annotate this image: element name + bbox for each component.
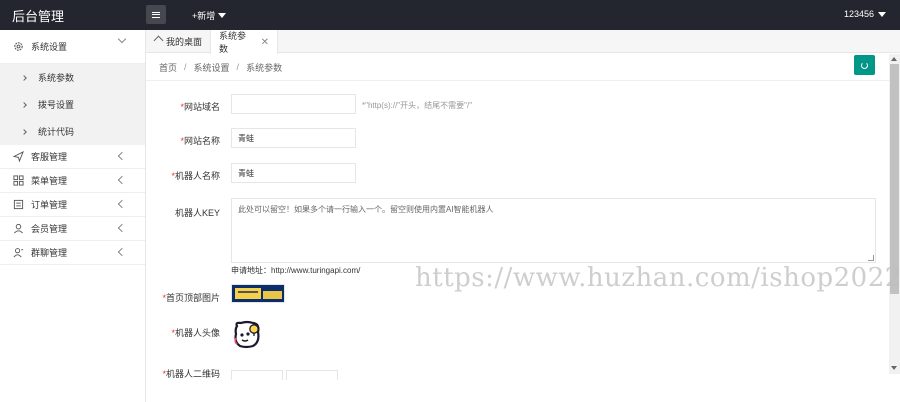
tab-label: 我的桌面 [166, 37, 203, 47]
breadcrumb-separator: / [184, 62, 187, 72]
robot-name-label: *机器人名称 [171, 171, 220, 181]
add-new-label: +新增 [192, 11, 216, 21]
top-image-thumbnail[interactable] [231, 284, 285, 303]
chevron-left-icon [117, 247, 127, 257]
gear-icon [12, 41, 24, 53]
tab-system-params[interactable]: 系统参数 ✕ [210, 30, 278, 54]
chevron-left-icon [117, 151, 127, 161]
sidebar-subitem-dial-settings[interactable]: 拨号设置 [0, 91, 145, 118]
home-icon [154, 37, 163, 46]
robot-key-textarea[interactable]: 此处可以留空！如果多个请一行输入一个。留空则使用内置AI智能机器人 [231, 198, 876, 263]
robot-key-label: 机器人KEY [174, 208, 220, 218]
breadcrumb-home[interactable]: 首页 [159, 61, 177, 74]
site-domain-label: *网站域名 [180, 102, 220, 112]
hamburger-icon [152, 11, 160, 18]
robot-name-input[interactable]: 青蛙 [231, 163, 356, 183]
user-icon [12, 223, 24, 235]
sidebar-item-member-management[interactable]: 会员管理 [0, 217, 145, 241]
sidebar-subitem-label: 系统参数 [38, 73, 75, 83]
grid-icon [12, 175, 24, 187]
tab-my-desktop[interactable]: 我的桌面 [146, 30, 210, 53]
refresh-icon [861, 61, 868, 69]
sidebar-item-label: 群聊管理 [31, 248, 68, 258]
site-domain-input[interactable] [231, 94, 356, 114]
robot-qr-label: *机器人二维码 [162, 369, 220, 379]
breadcrumb: 首页 / 系统设置 / 系统参数 [146, 54, 890, 81]
robot-qr-upload[interactable] [231, 370, 283, 380]
watermark-text: https://www.huzhan.com/ishop20222 [415, 263, 900, 293]
caret-down-icon [878, 11, 886, 17]
top-bar: 后台管理 +新增 123456 [0, 0, 900, 30]
robot-key-placeholder: 此处可以留空！如果多个请一行输入一个。留空则使用内置AI智能机器人 [238, 205, 494, 214]
tab-label: 系统参数 [219, 31, 247, 54]
chevron-right-icon [21, 74, 27, 81]
breadcrumb-separator: / [236, 62, 240, 72]
tab-bar: 我的桌面 系统参数 ✕ [146, 30, 900, 54]
sidebar-item-label: 订单管理 [31, 200, 68, 210]
sidebar: 系统设置 系统参数 拨号设置 统计代码 客服管理 菜单管理 订单管理 会员管理 … [0, 30, 146, 402]
chevron-right-icon [21, 101, 27, 108]
sidebar-item-label: 菜单管理 [31, 176, 68, 186]
chevron-left-icon [117, 175, 127, 185]
sidebar-item-order-management[interactable]: 订单管理 [0, 193, 145, 217]
sidebar-item-customer-service[interactable]: 客服管理 [0, 145, 145, 169]
top-image-label: *首页顶部图片 [162, 293, 220, 303]
sidebar-item-menu-management[interactable]: 菜单管理 [0, 169, 145, 193]
site-domain-hint: *"http(s)://"开头，结尾不需要"/" [362, 101, 473, 110]
apply-address: 申请地址：http://www.turingapi.com/ [231, 266, 361, 275]
group-icon [12, 247, 24, 259]
sidebar-subitem-system-params[interactable]: 系统参数 [0, 64, 145, 91]
sidebar-item-label: 会员管理 [31, 224, 68, 234]
site-name-input[interactable]: 青蛙 [231, 128, 356, 148]
chevron-left-icon [117, 199, 127, 209]
brand-title: 后台管理 [12, 9, 65, 24]
user-menu[interactable]: 123456 [844, 9, 886, 19]
chevron-right-icon [21, 128, 27, 135]
close-icon[interactable]: ✕ [261, 37, 269, 48]
scroll-down-arrow-icon[interactable] [891, 366, 897, 370]
breadcrumb-system-settings[interactable]: 系统设置 [194, 61, 230, 74]
chevron-down-icon [117, 34, 127, 44]
sidebar-item-system-settings[interactable]: 系统设置 [0, 30, 145, 64]
add-new-menu[interactable]: +新增 [192, 9, 227, 22]
sidebar-item-group-chat[interactable]: 群聊管理 [0, 241, 145, 265]
sidebar-item-label: 客服管理 [31, 152, 68, 162]
send-icon [12, 151, 24, 163]
sidebar-subitem-label: 统计代码 [38, 127, 75, 137]
sidebar-subitem-stats-code[interactable]: 统计代码 [0, 118, 145, 145]
sidebar-subitem-label: 拨号设置 [38, 100, 75, 110]
refresh-button[interactable] [854, 55, 875, 75]
caret-down-icon [218, 13, 227, 18]
robot-avatar-image[interactable] [233, 320, 261, 349]
username: 123456 [843, 9, 874, 19]
chevron-left-icon [117, 223, 127, 233]
site-name-label: *网站名称 [180, 136, 220, 146]
scroll-up-arrow-icon[interactable] [891, 57, 897, 61]
menu-toggle-button[interactable] [146, 5, 166, 24]
breadcrumb-current: 系统参数 [246, 62, 283, 73]
scrollbar-thumb[interactable] [890, 64, 899, 294]
resize-handle-icon[interactable] [868, 255, 874, 261]
sidebar-item-label: 系统设置 [31, 42, 68, 52]
robot-avatar-label: *机器人头像 [171, 328, 220, 338]
robot-qr-upload-secondary[interactable] [286, 370, 338, 380]
order-icon [12, 199, 24, 211]
